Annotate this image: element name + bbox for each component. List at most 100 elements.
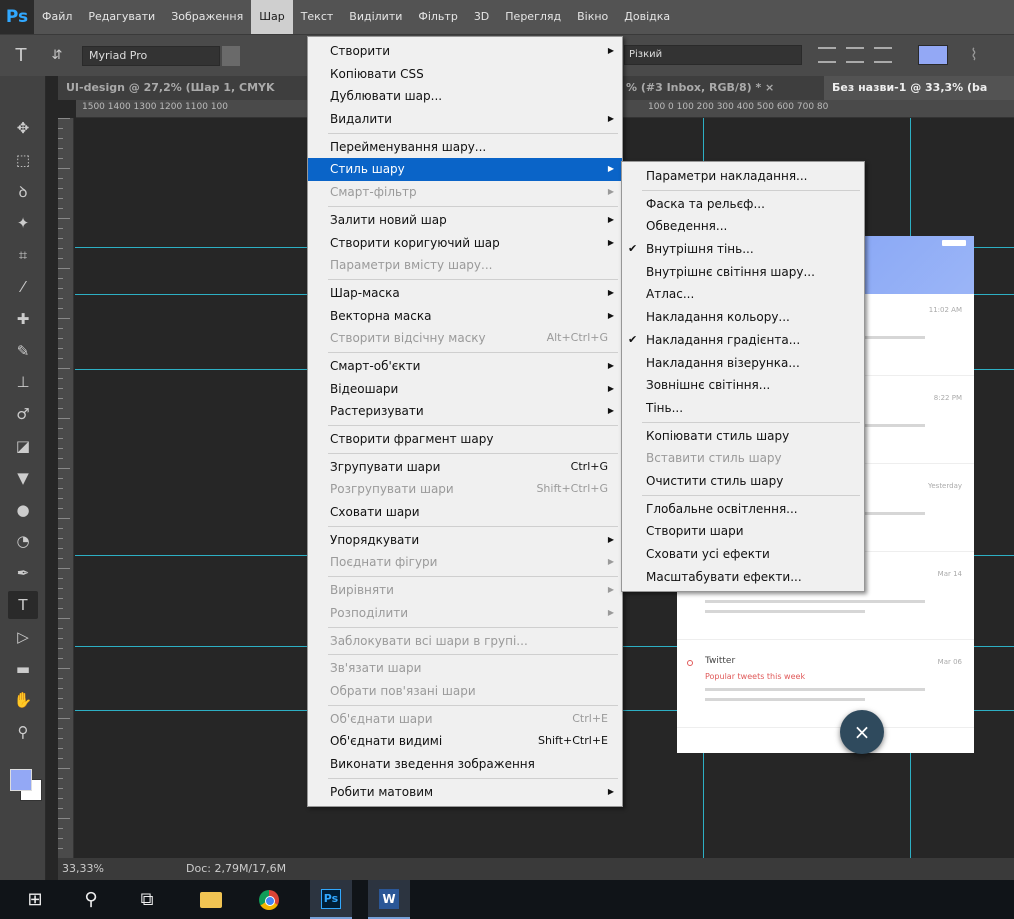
search-icon[interactable]: ⚲ [70, 880, 112, 919]
layer-menu-item[interactable]: Створити фрагмент шару [308, 428, 622, 451]
ruler-tick [58, 118, 70, 119]
style-menu-item[interactable]: Сховати усі ефекти [622, 543, 864, 566]
ruler-tick [58, 668, 70, 669]
style-menu-item[interactable]: Створити шари [622, 520, 864, 543]
align-right-icon[interactable] [874, 47, 892, 63]
menu-2[interactable]: Зображення [163, 0, 251, 34]
menu-separator [328, 425, 618, 426]
foreground-color-swatch[interactable] [10, 769, 32, 791]
type-tool-icon[interactable]: T [8, 591, 38, 619]
stamp-tool-icon[interactable]: ⊥ [8, 368, 38, 396]
menu-1[interactable]: Редагувати [80, 0, 163, 34]
align-center-icon[interactable] [846, 47, 864, 63]
submenu-arrow-icon: ▶ [607, 46, 614, 55]
layer-menu-item[interactable]: Стиль шару ▶ [308, 158, 622, 182]
menu-6[interactable]: Фільтр [410, 0, 465, 34]
compose-fab-button[interactable]: × [840, 710, 884, 754]
style-menu-item[interactable]: Накладання кольору... [622, 306, 864, 329]
doc-tab-inbox[interactable]: % (#3 Inbox, RGB/8) * × [618, 76, 824, 100]
layer-menu-item[interactable]: Залити новий шар ▶ [308, 209, 622, 232]
lasso-tool-icon[interactable]: ꝺ [8, 178, 38, 206]
style-menu-item[interactable]: Атлас... [622, 283, 864, 306]
menu-9[interactable]: Вікно [569, 0, 616, 34]
file-explorer-icon[interactable] [190, 880, 232, 919]
layer-menu-item[interactable]: Шар-маска ▶ [308, 282, 622, 305]
layer-menu-item[interactable]: Копіювати CSS [308, 63, 622, 86]
style-menu-item[interactable]: Внутрішнє світіння шару... [622, 261, 864, 284]
menu-0[interactable]: Файл [34, 0, 80, 34]
layer-menu-item[interactable]: Дублювати шар... [308, 85, 622, 108]
menu-7[interactable]: 3D [466, 0, 497, 34]
layer-menu-item[interactable]: Відеошари ▶ [308, 378, 622, 401]
layer-menu-item[interactable]: Сховати шари [308, 501, 622, 524]
menu-3[interactable]: Шар [251, 0, 293, 34]
style-menu-item[interactable]: Масштабувати ефекти... [622, 566, 864, 589]
rectangle-tool-icon[interactable]: ▬ [8, 655, 38, 683]
font-family-select[interactable]: Myriad Pro [82, 45, 220, 66]
type-tool-preset-icon[interactable]: T [6, 44, 36, 68]
menu-4[interactable]: Текст [293, 0, 342, 34]
layer-menu-item[interactable]: Векторна маска ▶ [308, 305, 622, 328]
style-menu-item[interactable]: Очистити стиль шару [622, 470, 864, 493]
style-menu-item[interactable]: Копіювати стиль шару [622, 425, 864, 448]
brush-tool-icon[interactable]: ✎ [8, 337, 38, 365]
menu-5[interactable]: Виділити [341, 0, 410, 34]
menu-bar: Ps Файл Редагувати Зображення Шар Текст Виділ… [0, 0, 1014, 34]
antialias-select[interactable]: Різкий [624, 45, 802, 65]
path-selection-tool-icon[interactable]: ▷ [8, 623, 38, 651]
zoom-level[interactable]: 33,33% [62, 858, 104, 880]
blur-tool-icon[interactable]: ● [8, 496, 38, 524]
align-left-icon[interactable] [818, 47, 836, 63]
magic-wand-tool-icon[interactable]: ✦ [8, 209, 38, 237]
history-brush-tool-icon[interactable]: ♂ [8, 400, 38, 428]
layer-menu-item[interactable]: Упорядкувати ▶ [308, 529, 622, 552]
pen-tool-icon[interactable]: ✒ [8, 559, 38, 587]
doc-tab-ui-design[interactable]: UI-design @ 27,2% (Шар 1, CMYK [58, 76, 308, 100]
layer-menu-item[interactable]: Створити коригуючий шар ▶ [308, 232, 622, 255]
eyedropper-tool-icon[interactable]: ⁄ [8, 273, 38, 301]
mail-preview-line [705, 698, 865, 701]
zoom-tool-icon[interactable]: ⚲ [8, 718, 38, 746]
doc-tab-untitled[interactable]: Без назви-1 @ 33,3% (ba [824, 76, 1014, 100]
paint-bucket-tool-icon[interactable]: ▼ [8, 464, 38, 492]
eraser-tool-icon[interactable]: ◪ [8, 432, 38, 460]
windows-start-icon[interactable]: ⊞ [14, 880, 56, 919]
move-tool-icon[interactable]: ✥ [8, 114, 38, 142]
marquee-tool-icon[interactable]: ⬚ [8, 146, 38, 174]
mail-list-item[interactable]: Twitter Popular tweets this week Mar 06 [677, 648, 974, 728]
text-orientation-icon[interactable]: ⇵ [42, 44, 72, 68]
photoshop-taskbar-icon[interactable]: Ps [310, 880, 352, 919]
layer-menu-item[interactable]: Смарт-об'єкти ▶ [308, 355, 622, 378]
layer-menu-item[interactable]: Растеризувати ▶ [308, 400, 622, 423]
style-menu-item[interactable]: Накладання градієнта... ✔ [622, 329, 864, 352]
style-menu-item[interactable]: Обведення... [622, 215, 864, 238]
layer-menu-item[interactable]: Об'єднати видимі Shift+Ctrl+E [308, 730, 622, 753]
style-menu-item[interactable]: Фаска та рельєф... [622, 193, 864, 216]
layer-menu-item[interactable]: Виконати зведення зображення [308, 753, 622, 776]
hand-tool-icon[interactable]: ✋ [8, 686, 38, 714]
style-menu-item[interactable]: Тінь... [622, 397, 864, 420]
style-menu-item[interactable]: Параметри накладання... [622, 165, 864, 188]
text-color-swatch[interactable] [918, 45, 948, 65]
style-menu-item[interactable]: Накладання візерунка... [622, 352, 864, 375]
dodge-tool-icon[interactable]: ◔ [8, 527, 38, 555]
font-family-dropdown-button[interactable] [222, 45, 240, 66]
word-taskbar-icon[interactable]: W [368, 880, 410, 919]
document-info[interactable]: Doc: 2,79M/17,6M [186, 858, 286, 880]
warp-text-icon[interactable]: ⌇ [970, 45, 978, 64]
healing-brush-tool-icon[interactable]: ✚ [8, 305, 38, 333]
layer-menu-item[interactable]: Робити матовим ▶ [308, 781, 622, 804]
style-menu-item[interactable]: Внутрішня тінь... ✔ [622, 238, 864, 261]
layer-menu-item[interactable]: Згрупувати шари Ctrl+G [308, 456, 622, 479]
menu-10[interactable]: Довідка [616, 0, 678, 34]
layer-menu-item[interactable]: Видалити ▶ [308, 108, 622, 131]
layer-menu-item[interactable]: Перейменування шару... [308, 136, 622, 159]
task-view-icon[interactable]: ⧉ [126, 880, 168, 919]
style-menu-item[interactable]: Глобальне освітлення... [622, 498, 864, 521]
layer-menu-item[interactable]: Створити ▶ [308, 40, 622, 63]
chrome-icon[interactable] [248, 880, 290, 919]
ruler-tick [58, 798, 63, 799]
style-menu-item[interactable]: Зовнішнє світіння... [622, 374, 864, 397]
crop-tool-icon[interactable]: ⌗ [8, 241, 38, 269]
menu-8[interactable]: Перегляд [497, 0, 569, 34]
